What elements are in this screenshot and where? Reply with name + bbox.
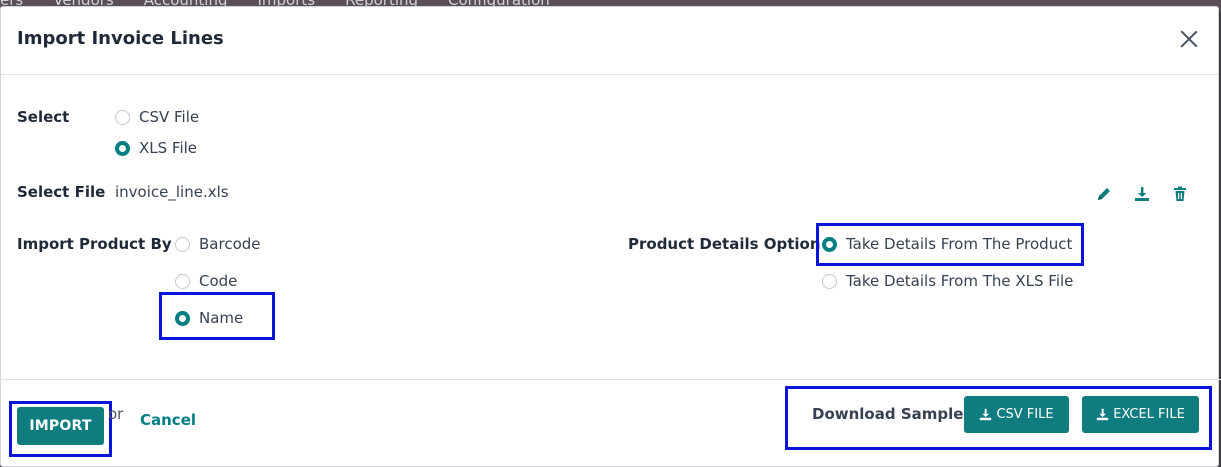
radio-circle[interactable] bbox=[175, 236, 190, 252]
radio-circle[interactable] bbox=[822, 273, 837, 289]
highlight-box bbox=[9, 401, 112, 457]
radio-code[interactable]: Code bbox=[175, 272, 237, 290]
radio-label: CSV File bbox=[139, 108, 200, 126]
select-file-label: Select File bbox=[17, 183, 106, 201]
file-actions bbox=[1095, 185, 1189, 203]
import-product-by-label: Import Product By bbox=[17, 235, 172, 253]
close-icon[interactable] bbox=[1178, 28, 1200, 50]
download-icon[interactable] bbox=[1133, 185, 1151, 203]
radio-circle[interactable] bbox=[175, 273, 190, 289]
highlight-box bbox=[816, 223, 1084, 266]
radio-barcode[interactable]: Barcode bbox=[175, 235, 261, 253]
radio-label: XLS File bbox=[139, 139, 198, 157]
radio-label: Code bbox=[199, 272, 238, 290]
highlight-box bbox=[159, 292, 275, 340]
selected-file-name: invoice_line.xls bbox=[115, 183, 229, 201]
radio-csv-file[interactable]: CSV File bbox=[115, 108, 199, 126]
radio-circle-checked[interactable] bbox=[115, 140, 130, 156]
select-label: Select bbox=[17, 108, 70, 126]
highlight-box bbox=[785, 386, 1212, 450]
product-details-option-label: Product Details Option bbox=[628, 235, 821, 253]
edit-pencil-icon[interactable] bbox=[1095, 185, 1113, 203]
dialog-title: Import Invoice Lines bbox=[17, 28, 224, 49]
radio-label: Barcode bbox=[199, 235, 261, 253]
radio-take-details-from-xls[interactable]: Take Details From The XLS File bbox=[822, 272, 1073, 290]
radio-xls-file[interactable]: XLS File bbox=[115, 139, 197, 157]
radio-circle[interactable] bbox=[115, 109, 130, 125]
cancel-link[interactable]: Cancel bbox=[140, 411, 196, 429]
or-text: or bbox=[108, 405, 124, 423]
radio-label: Take Details From The XLS File bbox=[846, 272, 1074, 290]
dialog-header: Import Invoice Lines bbox=[1, 7, 1218, 75]
trash-icon[interactable] bbox=[1171, 185, 1189, 203]
